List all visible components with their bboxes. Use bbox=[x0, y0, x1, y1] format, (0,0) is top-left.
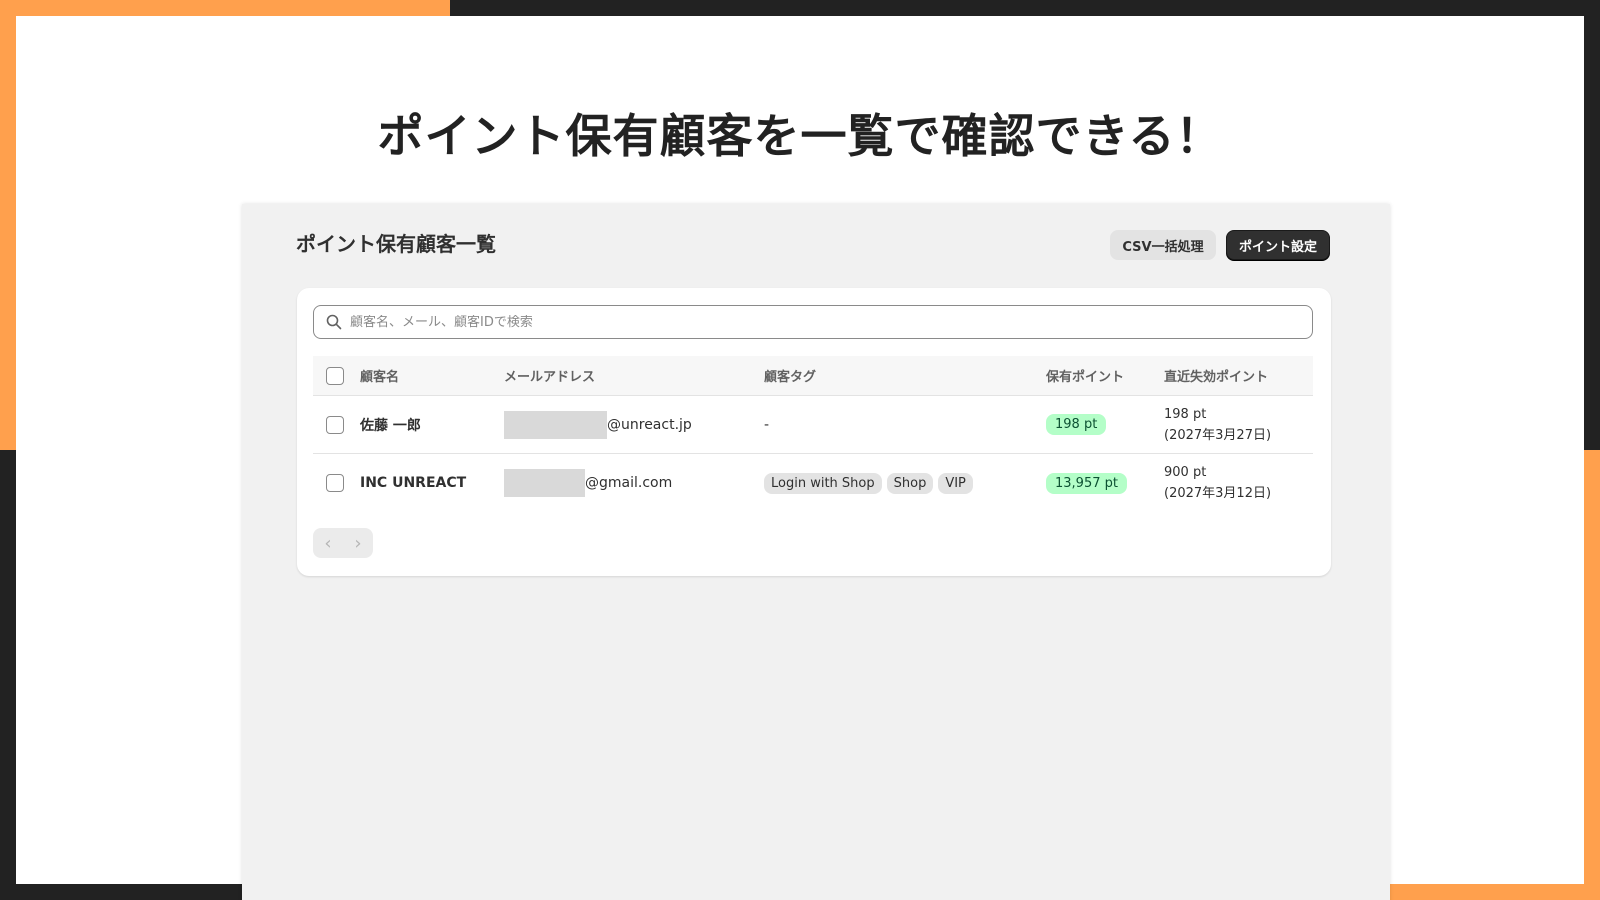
customer-tags-empty: - bbox=[764, 416, 770, 433]
header-recent-expired-points: 直近失効ポイント bbox=[1164, 370, 1269, 385]
header-customer-name: 顧客名 bbox=[360, 370, 400, 385]
header-customer-tags: 顧客タグ bbox=[764, 370, 817, 385]
search-box[interactable] bbox=[313, 305, 1313, 339]
customer-tag: VIP bbox=[938, 472, 973, 494]
customer-tag: Shop bbox=[886, 472, 934, 494]
csv-bulk-button[interactable]: CSV一括処理 bbox=[1110, 230, 1216, 260]
app-window: ポイント保有顧客一覧 CSV一括処理 ポイント設定 顧客名 メールアドレス 顧客… bbox=[242, 204, 1390, 900]
slide: ポイント保有顧客を一覧で確認できる！ ポイント保有顧客一覧 CSV一括処理 ポイ… bbox=[16, 16, 1584, 900]
point-settings-button[interactable]: ポイント設定 bbox=[1226, 230, 1330, 260]
redacted-email-user bbox=[504, 410, 607, 439]
table-row[interactable]: INC UNREACT @gmail.com Login with Shop S… bbox=[313, 454, 1313, 512]
table-header: 顧客名 メールアドレス 顧客タグ 保有ポイント 直近失効ポイント bbox=[313, 356, 1313, 396]
customer-list-card: 顧客名 メールアドレス 顧客タグ 保有ポイント 直近失効ポイント 佐藤 一郎 @… bbox=[297, 288, 1331, 576]
header-points: 保有ポイント bbox=[1046, 370, 1125, 385]
header-email: メールアドレス bbox=[504, 370, 596, 385]
row-checkbox[interactable] bbox=[326, 415, 344, 434]
points-badge: 198 pt bbox=[1046, 414, 1107, 435]
customer-table: 顧客名 メールアドレス 顧客タグ 保有ポイント 直近失効ポイント 佐藤 一郎 @… bbox=[313, 356, 1313, 512]
select-all-checkbox[interactable] bbox=[326, 366, 344, 385]
email-domain: @gmail.com bbox=[585, 475, 673, 491]
customer-tag: Login with Shop bbox=[764, 472, 882, 494]
customer-name[interactable]: INC UNREACT bbox=[360, 475, 466, 491]
expired-date: (2027年3月27日) bbox=[1164, 427, 1272, 443]
customer-name[interactable]: 佐藤 一郎 bbox=[360, 415, 421, 435]
redacted-email-user bbox=[504, 469, 585, 497]
chevron-right-icon[interactable]: › bbox=[354, 533, 361, 554]
expired-points: 198 pt bbox=[1164, 406, 1207, 422]
expired-date: (2027年3月12日) bbox=[1164, 486, 1272, 501]
search-icon bbox=[326, 314, 342, 330]
slide-headline: ポイント保有顧客を一覧で確認できる！ bbox=[377, 109, 1223, 163]
table-row[interactable]: 佐藤 一郎 @unreact.jp - 198 pt 198 pt (2027年… bbox=[313, 396, 1313, 454]
chevron-left-icon[interactable]: ‹ bbox=[324, 533, 331, 554]
row-checkbox[interactable] bbox=[326, 474, 344, 492]
points-badge: 13,957 pt bbox=[1046, 472, 1127, 494]
search-input[interactable] bbox=[350, 314, 1290, 330]
email-domain: @unreact.jp bbox=[607, 416, 692, 433]
expired-points: 900 pt bbox=[1164, 465, 1207, 480]
page-title: ポイント保有顧客一覧 bbox=[296, 232, 496, 256]
pagination: ‹ › bbox=[313, 528, 373, 558]
